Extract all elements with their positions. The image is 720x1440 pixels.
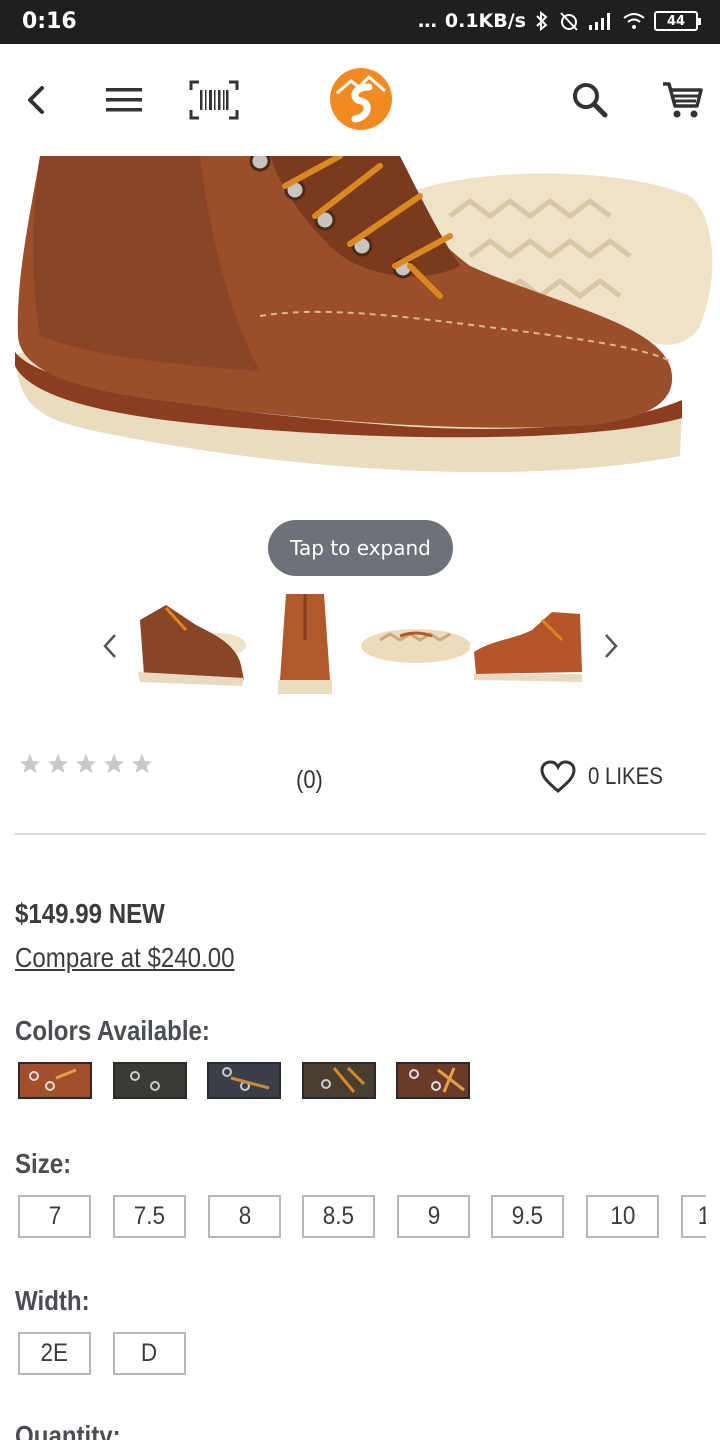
- back-arrow-icon[interactable]: [12, 74, 64, 126]
- width-label: Width:: [15, 1285, 90, 1316]
- size-option-label: 10: [609, 1202, 636, 1230]
- alarm-off-icon: [560, 12, 578, 31]
- star-icon: [104, 754, 124, 773]
- likes-count: 0 LIKES: [588, 763, 663, 790]
- size-option-label: 8.5: [322, 1202, 355, 1230]
- like-button[interactable]: 0 LIKES: [540, 760, 676, 794]
- star-rating[interactable]: [18, 752, 154, 776]
- color-swatch-1[interactable]: [18, 1062, 92, 1099]
- size-label: Size:: [15, 1148, 72, 1179]
- size-option-label: 9: [427, 1202, 440, 1230]
- star-icon: [20, 754, 40, 773]
- menu-icon[interactable]: [98, 74, 150, 126]
- size-option[interactable]: 9: [397, 1195, 470, 1238]
- dots: …: [417, 10, 437, 32]
- thumbnail-prev-icon[interactable]: [95, 626, 125, 666]
- cart-icon[interactable]: [656, 74, 708, 126]
- size-option-label: 1: [698, 1202, 706, 1231]
- color-swatch-3[interactable]: [207, 1062, 281, 1099]
- brand-logo-icon[interactable]: [328, 66, 394, 132]
- search-icon[interactable]: [564, 74, 616, 126]
- size-option[interactable]: 9.5: [491, 1195, 564, 1238]
- width-option[interactable]: 2E: [18, 1332, 91, 1375]
- thumbnail-2[interactable]: [250, 590, 360, 705]
- colors-label: Colors Available:: [15, 1015, 210, 1046]
- size-option[interactable]: 1: [681, 1195, 706, 1238]
- network-speed: 0.1KB/s: [444, 10, 526, 32]
- size-option-label: 9.5: [511, 1202, 544, 1230]
- app-header: [0, 44, 720, 156]
- thumbnail-3[interactable]: [360, 590, 471, 705]
- barcode-scanner-icon[interactable]: [188, 74, 240, 126]
- status-indicators: … 0.1KB/s 44: [417, 10, 701, 32]
- size-option[interactable]: 8.5: [302, 1195, 375, 1238]
- product-image[interactable]: [0, 156, 720, 516]
- divider: [15, 833, 706, 835]
- battery-level: 44: [666, 13, 686, 29]
- review-count[interactable]: (0): [296, 766, 323, 795]
- width-option[interactable]: D: [113, 1332, 186, 1375]
- signal-icon: [589, 13, 610, 30]
- bluetooth-icon: [536, 11, 548, 31]
- size-option[interactable]: 7.5: [113, 1195, 186, 1238]
- star-icon: [48, 754, 68, 773]
- width-option-label: 2E: [40, 1339, 69, 1367]
- size-option-label: 8: [238, 1202, 251, 1230]
- wifi-icon: [623, 13, 645, 29]
- size-option-label: 7.5: [133, 1202, 166, 1230]
- compare-price[interactable]: Compare at $240.00: [15, 942, 235, 974]
- tap-to-expand-button[interactable]: Tap to expand: [268, 520, 453, 576]
- thumbnail-4[interactable]: [472, 590, 582, 705]
- color-swatch-4[interactable]: [302, 1062, 376, 1099]
- size-option-label: 7: [48, 1202, 61, 1230]
- size-option[interactable]: 7: [18, 1195, 91, 1238]
- price: $149.99 NEW: [15, 898, 165, 929]
- status-time: 0:16: [22, 9, 77, 34]
- color-swatch-2[interactable]: [113, 1062, 187, 1099]
- star-icon: [132, 754, 152, 773]
- tap-to-expand-label: Tap to expand: [290, 536, 431, 560]
- thumbnail-1[interactable]: [136, 590, 246, 705]
- color-swatch-5[interactable]: [396, 1062, 470, 1099]
- size-option[interactable]: 8: [208, 1195, 281, 1238]
- status-bar: 0:16 … 0.1KB/s 44: [0, 0, 720, 44]
- quantity-label: Quantity:: [15, 1420, 121, 1440]
- size-option[interactable]: 10: [586, 1195, 659, 1238]
- heart-icon: [540, 760, 576, 793]
- width-option-label: D: [141, 1339, 158, 1367]
- thumbnail-next-icon[interactable]: [596, 626, 626, 666]
- star-icon: [76, 754, 96, 773]
- battery-icon: 44: [654, 11, 701, 31]
